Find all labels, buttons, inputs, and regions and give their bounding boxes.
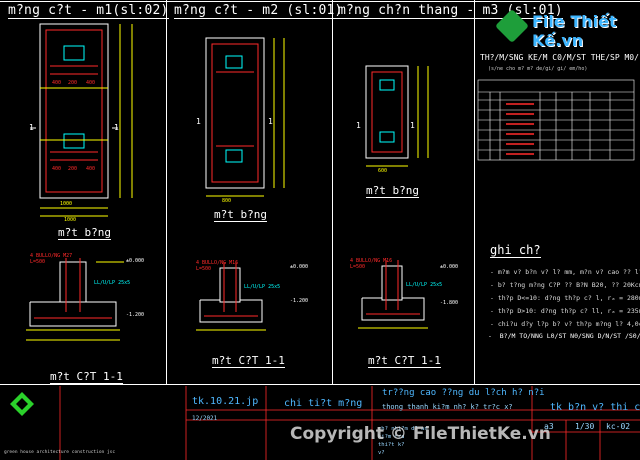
note-line: - B?/M TO/NNG L0/ST N0/SNG D/N/ST /S0/N/… <box>488 332 640 340</box>
svg-text:-1.200: -1.200 <box>126 312 144 318</box>
date-cell: 12/2021 <box>192 415 218 422</box>
role-row: v? <box>378 450 385 456</box>
svg-text:800: 800 <box>222 198 231 204</box>
svg-text:1: 1 <box>196 117 201 126</box>
schedule-caption: (s/ne cho m? m? de/gi/ gi/ em/ho) <box>488 66 588 72</box>
note-line: - th?p D>10: d?ng th?p c? ll, rₐ = 235mp… <box>490 307 640 315</box>
svg-text:LL/U/LP 25x5: LL/U/LP 25x5 <box>406 282 442 288</box>
svg-text:1000: 1000 <box>64 217 76 223</box>
drawing-number: tk.10.21.jp <box>192 396 259 407</box>
svg-text:400: 400 <box>52 166 61 172</box>
svg-text:1: 1 <box>114 123 119 132</box>
plan-label-m1: m?t b?ng <box>58 226 111 240</box>
svg-text:1: 1 <box>410 121 415 130</box>
plan-m3 <box>365 65 429 167</box>
svg-text:1: 1 <box>268 117 273 126</box>
svg-text:1000: 1000 <box>60 201 72 207</box>
company-logo-icon <box>10 392 34 416</box>
rebar-schedule <box>477 79 635 161</box>
svg-text:±0.000: ±0.000 <box>290 264 308 270</box>
notes-heading: ghi ch? <box>490 243 541 258</box>
drawing-title: chi ti?t m?ng <box>284 398 363 409</box>
section-label-m3: m?t C?T 1-1 <box>368 354 441 368</box>
note-line: - b? t?ng m?ng C?P ?? B?N B20, ?? 20Kcm, <box>490 281 640 289</box>
svg-text:LL/U/LP 25x5: LL/U/LP 25x5 <box>94 280 130 286</box>
svg-text:±0.000: ±0.000 <box>440 264 458 270</box>
svg-text:1: 1 <box>356 121 361 130</box>
sheet-title: tk b?n v? thi c? <box>550 402 640 413</box>
svg-text:L=500: L=500 <box>196 266 211 272</box>
svg-text:LL/U/LP 25x5: LL/U/LP 25x5 <box>244 284 280 290</box>
svg-text:-1.800: -1.800 <box>440 300 458 306</box>
company-name: green house architecture construction js… <box>4 450 116 455</box>
schedule-title: TH?/M/SNG KE/M C0/M/ST THE/SP M0/ <box>480 53 639 62</box>
svg-text:400: 400 <box>86 166 95 172</box>
svg-text:400: 400 <box>52 80 61 86</box>
copyright-watermark: Copyright © FileThietKe.vn <box>290 424 551 444</box>
section-m2 <box>196 262 266 331</box>
sheet-scale: 1/30 <box>575 422 595 431</box>
svg-text:400: 400 <box>86 80 95 86</box>
note-line: - chi?u d?y l?p b? v? th?p m?ng l? 4,0cm… <box>490 320 640 328</box>
note-line: - m?m v? b?n v? l? mm, m?n v? cao ?? l? … <box>490 268 640 276</box>
svg-text:±0.000: ±0.000 <box>126 258 144 264</box>
section-label-m2: m?t C?T 1-1 <box>212 354 285 368</box>
svg-text:600: 600 <box>378 168 387 174</box>
project-title: tr??ng cao ??ng du l?ch h? n?i <box>382 388 545 398</box>
plan-label-m3: m?t b?ng <box>366 184 419 198</box>
sheet-code: kc-02 <box>606 422 631 431</box>
svg-text:-1.200: -1.200 <box>290 298 308 304</box>
project-subtitle: thong thanh ki?m nh? k? tr?c x? <box>382 403 513 411</box>
note-line: - th?p D<=10: d?ng th?p c? l, rₐ = 280mp… <box>490 294 640 302</box>
svg-text:L=500: L=500 <box>350 264 365 270</box>
section-label-m1: m?t C?T 1-1 <box>50 370 123 384</box>
svg-text:200: 200 <box>68 80 77 86</box>
svg-text:1: 1 <box>29 123 34 132</box>
section-m1 <box>26 258 124 341</box>
section-m3 <box>358 260 428 329</box>
svg-text:L=500: L=500 <box>30 259 45 265</box>
svg-text:200: 200 <box>68 166 77 172</box>
plan-label-m2: m?t b?ng <box>214 208 267 222</box>
plan-m1 <box>30 23 133 217</box>
